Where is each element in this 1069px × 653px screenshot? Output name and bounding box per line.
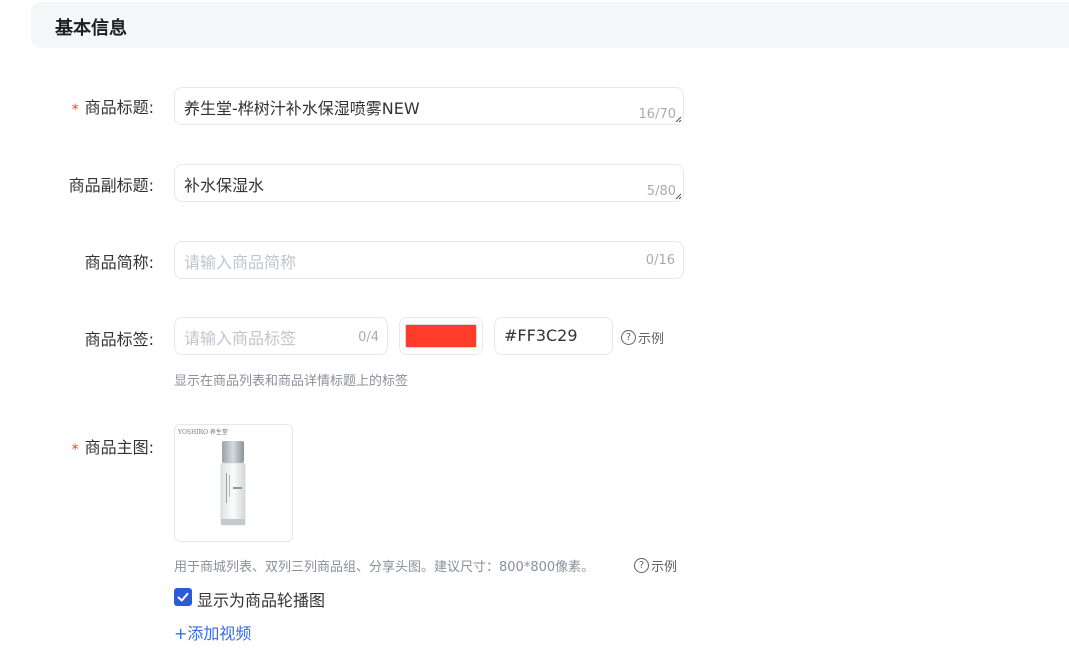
- tag-label-row: 商品标签:: [85, 326, 154, 350]
- main-image-label-row: * 商品主图:: [72, 434, 154, 458]
- title-input-value: 养生堂-桦树汁补水保湿喷雾NEW: [184, 99, 420, 118]
- tag-counter: 0/4: [358, 330, 379, 345]
- tag-hint: 显示在商品列表和商品详情标题上的标签: [174, 374, 409, 389]
- section-title: 基本信息: [55, 18, 127, 39]
- tag-example-label: 示例: [638, 332, 665, 347]
- main-image-example-label: 示例: [651, 560, 678, 575]
- check-icon: [177, 592, 189, 602]
- title-label: 商品标题:: [84, 98, 154, 117]
- short-name-label: 商品简称:: [84, 253, 154, 272]
- main-image-hint: 用于商城列表、双列三列商品组、分享头图。建议尺寸：800*800像素。: [174, 560, 595, 575]
- tag-placeholder: 请输入商品标签: [184, 329, 297, 348]
- carousel-checkbox-label[interactable]: 显示为商品轮播图: [197, 587, 325, 611]
- tag-color-value: #FF3C29: [504, 326, 578, 345]
- short-name-input[interactable]: 请输入商品简称 0/16: [174, 241, 684, 279]
- title-counter: 16/70: [638, 107, 676, 122]
- subtitle-input[interactable]: 补水保湿水 5/80: [174, 164, 684, 202]
- main-image-thumbnail[interactable]: YOSHIRO 养生堂: [174, 424, 293, 542]
- tag-input[interactable]: 请输入商品标签 0/4: [174, 317, 388, 355]
- add-video-link[interactable]: +添加视频: [174, 620, 251, 644]
- title-input[interactable]: 养生堂-桦树汁补水保湿喷雾NEW 16/70: [174, 87, 684, 125]
- required-mark: *: [71, 102, 79, 118]
- subtitle-counter: 5/80: [646, 184, 676, 199]
- resize-handle-icon[interactable]: [674, 192, 682, 200]
- title-label-row: * 商品标题:: [72, 94, 154, 118]
- tag-color-swatch: [405, 324, 477, 348]
- required-mark: *: [71, 442, 79, 458]
- subtitle-label-row: 商品副标题:: [69, 172, 154, 196]
- subtitle-label: 商品副标题:: [68, 176, 154, 195]
- product-bottle-image: [220, 441, 246, 526]
- subtitle-input-value: 补水保湿水: [184, 176, 265, 195]
- question-circle-icon: ?: [634, 558, 649, 573]
- short-name-counter: 0/16: [645, 253, 675, 268]
- carousel-checkbox[interactable]: [174, 588, 192, 606]
- product-brand-logo: YOSHIRO 养生堂: [178, 429, 228, 436]
- short-name-placeholder: 请输入商品简称: [184, 253, 297, 272]
- main-image-label: 商品主图:: [84, 438, 154, 457]
- section-header: 基本信息: [31, 2, 1069, 48]
- tag-label: 商品标签:: [84, 330, 154, 349]
- tag-color-input[interactable]: #FF3C29: [494, 317, 613, 355]
- tag-example-link[interactable]: ? 示例: [621, 328, 664, 347]
- short-name-label-row: 商品简称:: [85, 249, 154, 273]
- resize-handle-icon[interactable]: [674, 115, 682, 123]
- tag-color-picker[interactable]: [399, 317, 483, 355]
- question-circle-icon: ?: [621, 330, 636, 345]
- main-image-example-link[interactable]: ? 示例: [634, 556, 677, 575]
